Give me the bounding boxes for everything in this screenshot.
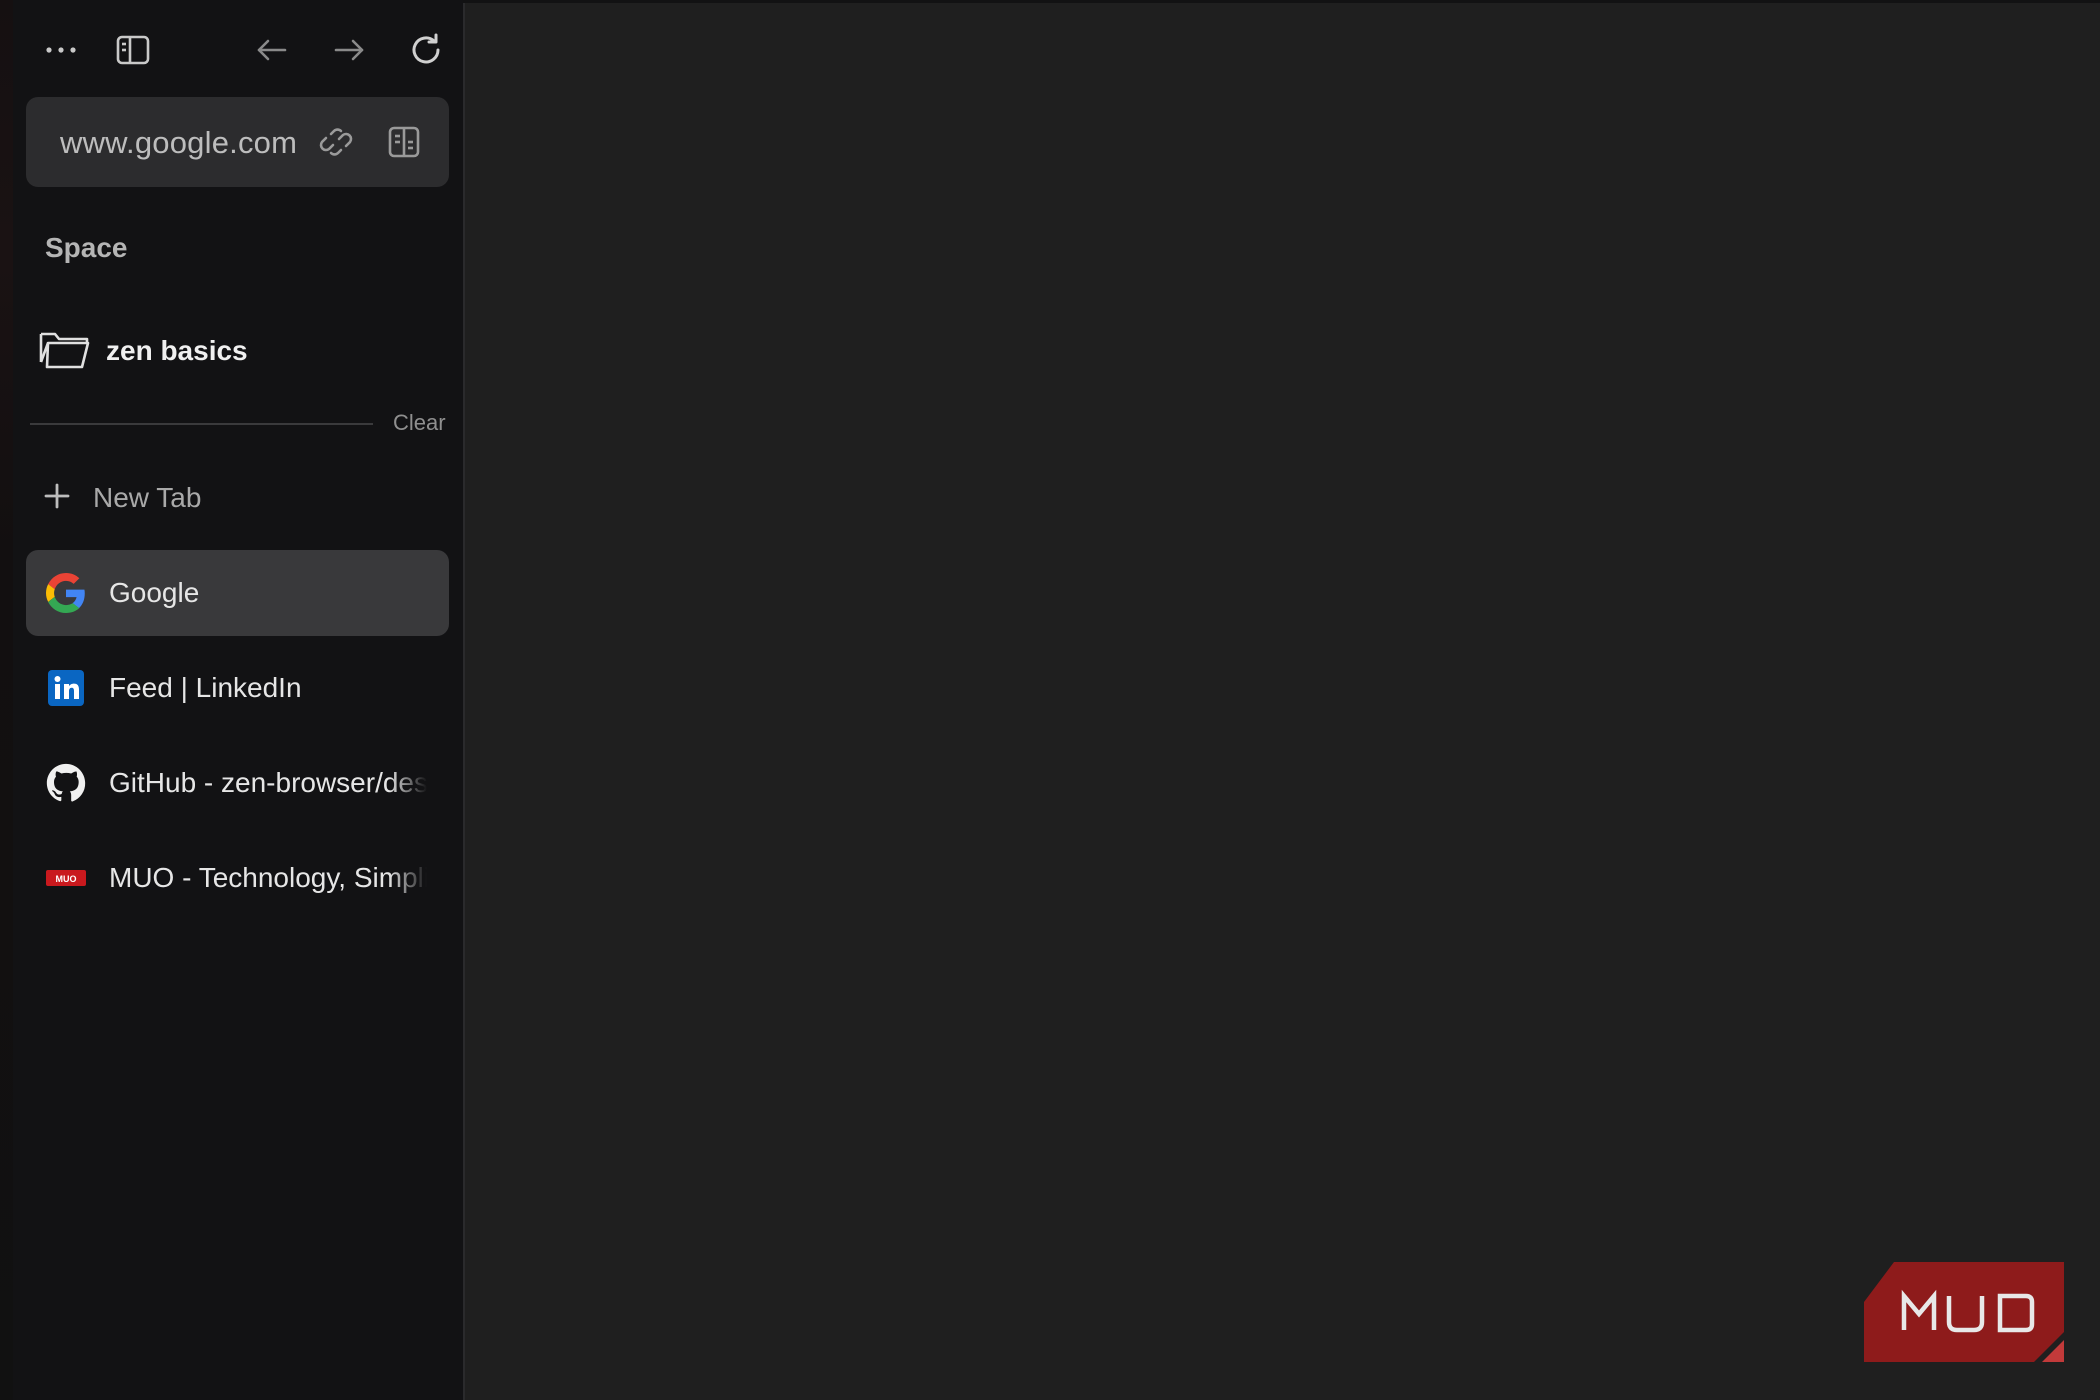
- window-edge: [0, 0, 13, 1400]
- muo-watermark-logo: [1864, 1262, 2064, 1362]
- clear-tabs-button[interactable]: Clear: [393, 410, 446, 436]
- tab-label: MUO - Technology, Simplified.: [109, 862, 427, 893]
- browser-window: www.google.com Space zen basics Clear Ne…: [0, 0, 2100, 1400]
- new-tab-button[interactable]: New Tab: [43, 472, 201, 524]
- new-tab-label: New Tab: [93, 482, 202, 513]
- pinned-divider: [30, 423, 373, 425]
- sidebar: www.google.com Space zen basics Clear Ne…: [13, 0, 463, 1400]
- linkedin-icon: [46, 668, 86, 708]
- tab-github[interactable]: GitHub - zen-browser/desktop: [26, 740, 449, 826]
- tab-muo[interactable]: MUO MUO - Technology, Simplified.: [26, 835, 449, 921]
- arrow-left-icon[interactable]: [247, 25, 297, 75]
- folder-label: zen basics: [106, 335, 248, 366]
- github-icon: [46, 763, 86, 803]
- muo-icon: MUO: [46, 858, 86, 898]
- page-layout-icon[interactable]: [384, 122, 424, 162]
- more-horizontal-icon[interactable]: [36, 25, 86, 75]
- tab-label: Feed | LinkedIn: [109, 672, 302, 703]
- folder-icon: [38, 328, 92, 375]
- google-icon: [46, 573, 86, 613]
- link-icon[interactable]: [316, 122, 356, 162]
- sidebar-toggle-icon[interactable]: [108, 25, 158, 75]
- tab-label: Google: [109, 577, 200, 608]
- tab-google[interactable]: Google: [26, 550, 449, 636]
- folder-zen-basics[interactable]: zen basics: [38, 325, 248, 377]
- arrow-right-icon[interactable]: [324, 25, 374, 75]
- svg-text:MUO: MUO: [56, 874, 77, 884]
- reload-icon[interactable]: [401, 25, 451, 75]
- url-text[interactable]: www.google.com: [60, 125, 297, 161]
- tab-label: GitHub - zen-browser/desktop: [109, 767, 427, 798]
- space-title: Space: [45, 232, 128, 263]
- web-content: [463, 3, 2100, 1400]
- tab-linkedin[interactable]: Feed | LinkedIn: [26, 645, 449, 731]
- plus-icon: [43, 482, 71, 515]
- url-bar[interactable]: www.google.com: [26, 97, 449, 187]
